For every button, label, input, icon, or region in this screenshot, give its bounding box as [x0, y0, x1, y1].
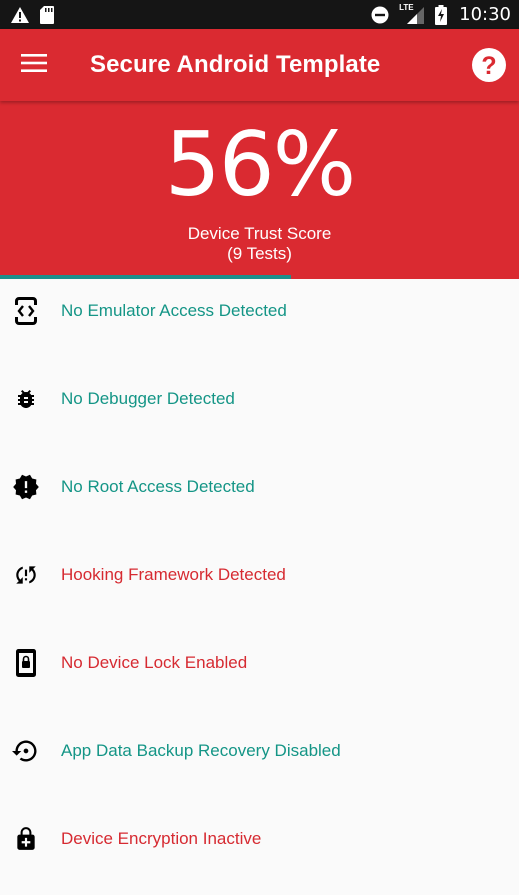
- check-item-label: No Debugger Detected: [61, 389, 235, 408]
- help-circle-icon: ?: [472, 48, 506, 86]
- bug-icon: [12, 385, 40, 413]
- trust-score-panel: 56% Device Trust Score (9 Tests): [0, 101, 519, 279]
- new-releases-badge-icon: [12, 473, 40, 501]
- check-item[interactable]: No Root Access Detected: [0, 455, 519, 543]
- check-item[interactable]: No Emulator Access Detected: [0, 279, 519, 367]
- security-checks-list: No Emulator Access Detected No Debugger D…: [0, 279, 519, 895]
- check-item[interactable]: No Device Lock Enabled: [0, 631, 519, 719]
- check-item-label: No Emulator Access Detected: [61, 301, 287, 320]
- cell-signal-icon: LTE: [399, 2, 425, 25]
- test-count-label: (9 Tests): [227, 244, 292, 263]
- status-bar: LTE 10:30: [0, 0, 519, 29]
- network-type: LTE: [399, 2, 414, 12]
- backup-restore-icon: [12, 737, 40, 765]
- battery-charging-icon: [435, 4, 448, 25]
- svg-text:?: ?: [481, 52, 496, 80]
- sd-card-icon: [40, 5, 54, 24]
- sync-problem-icon: [12, 561, 40, 589]
- check-item[interactable]: App Data Backup Recovery Disabled: [0, 719, 519, 807]
- enhanced-encryption-icon: [12, 825, 40, 853]
- app-title: Secure Android Template: [90, 51, 381, 78]
- hamburger-menu-icon: [21, 53, 47, 78]
- check-item-label: No Device Lock Enabled: [61, 653, 248, 672]
- app-bar: Secure Android Template ?: [0, 29, 519, 101]
- menu-button[interactable]: [0, 29, 68, 101]
- check-item[interactable]: Hooking Framework Detected: [0, 543, 519, 631]
- check-item-label: App Data Backup Recovery Disabled: [61, 741, 341, 760]
- screen-lock-icon: [12, 649, 40, 677]
- trust-score-label: Device Trust Score: [187, 224, 332, 243]
- developer-mode-icon: [12, 297, 40, 325]
- check-item[interactable]: No Debugger Detected: [0, 367, 519, 455]
- warning-icon: [10, 6, 30, 24]
- help-button[interactable]: ?: [472, 48, 506, 82]
- check-item-label: Device Encryption Inactive: [61, 829, 262, 848]
- check-item-label: No Root Access Detected: [61, 477, 255, 496]
- do-not-disturb-icon: [371, 6, 389, 24]
- check-item[interactable]: Device Encryption Inactive: [0, 807, 519, 895]
- trust-score-value: 56%: [164, 113, 357, 216]
- check-item-label: Hooking Framework Detected: [61, 565, 286, 584]
- clock: 10:30: [459, 4, 511, 25]
